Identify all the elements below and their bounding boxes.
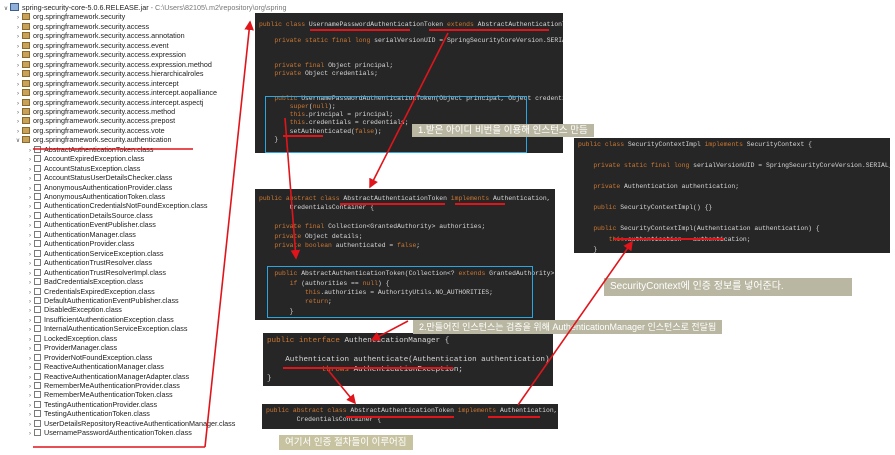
arrow-manager-to-token [327, 369, 357, 405]
arrow-to-manager [370, 320, 409, 341]
arrow-super-to-abstract [284, 117, 301, 260]
arrow-token-to-context [517, 240, 633, 406]
arrow-overlay [33, 20, 633, 448]
arrow-extends-to-abstract [369, 32, 449, 189]
arrow-tree-to-token [204, 20, 254, 448]
